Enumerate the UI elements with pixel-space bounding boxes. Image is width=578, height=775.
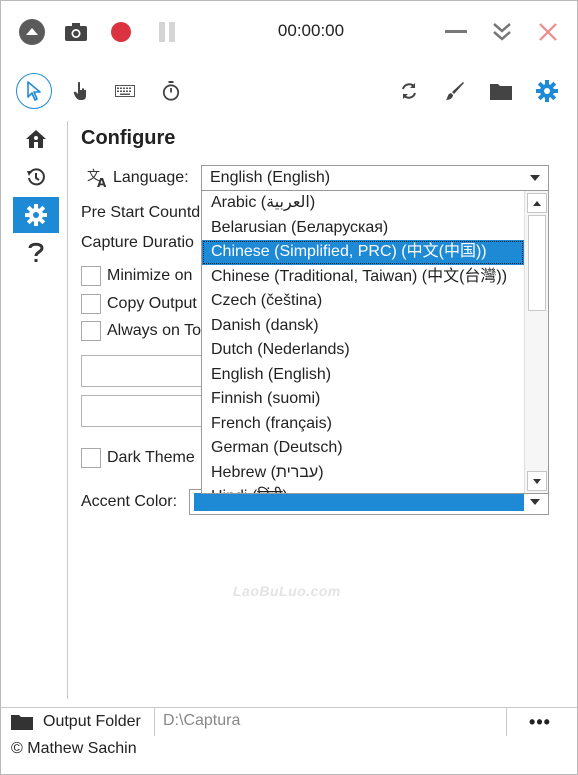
home-icon[interactable] — [13, 121, 59, 157]
recording-timer: 00:00:00 — [277, 21, 345, 40]
pre-start-countdown-label: Pre Start Countd — [81, 204, 201, 221]
side-nav — [13, 121, 59, 273]
language-option[interactable]: Hindi (हिंदी) — [202, 485, 524, 493]
cursor-icon[interactable] — [16, 73, 52, 109]
text-field-2[interactable] — [81, 395, 211, 427]
scroll-down-icon[interactable] — [527, 471, 547, 491]
page-title: Configure — [81, 127, 176, 149]
keyboard-icon[interactable] — [107, 73, 143, 109]
more-options-button[interactable]: ••• — [507, 708, 573, 736]
language-label: Language: — [113, 169, 189, 186]
scrollbar-thumb[interactable] — [528, 215, 546, 311]
always-on-top-label: Always on To — [107, 322, 201, 339]
language-select[interactable]: English (English) — [201, 165, 549, 191]
dropdown-scrollbar[interactable] — [524, 191, 548, 493]
refresh-icon[interactable] — [391, 73, 427, 109]
language-option[interactable]: Arabic (العربية) — [202, 191, 524, 216]
language-option[interactable]: Belarusian (Беларуская) — [202, 216, 524, 241]
title-bar: 00:00:00 — [1, 1, 577, 63]
language-option[interactable]: Chinese (Traditional, Taiwan) (中文(台灣)) — [202, 265, 524, 290]
copy-output-label: Copy Output — [107, 295, 197, 312]
language-option[interactable]: Danish (dansk) — [202, 314, 524, 339]
chevron-down-icon — [530, 499, 540, 505]
toolbar — [1, 63, 577, 115]
translate-icon: 文A — [87, 168, 109, 193]
copy-output-checkbox[interactable] — [81, 294, 101, 314]
language-options: Arabic (العربية) Belarusian (Беларуская) C… — [202, 191, 524, 493]
always-on-top-checkbox[interactable] — [81, 321, 101, 341]
language-option[interactable]: Chinese (Simplified, PRC) (中文(中国)) — [202, 240, 524, 265]
svg-text:A: A — [97, 176, 107, 188]
output-path-field[interactable]: D:\Captura — [155, 708, 507, 736]
watermark: LaoBuLuo.com — [233, 583, 341, 599]
record-icon[interactable] — [106, 17, 136, 47]
help-icon[interactable] — [13, 235, 59, 271]
output-folder-label: Output Folder — [43, 713, 141, 730]
gear-icon[interactable] — [529, 73, 565, 109]
accent-color-swatch — [194, 493, 524, 511]
copyright-text: © Mathew Sachin — [11, 740, 137, 757]
chevron-up-circle-icon[interactable] — [17, 17, 47, 47]
minimize-icon[interactable] — [441, 17, 471, 47]
dark-theme-label: Dark Theme — [107, 449, 195, 466]
language-option[interactable]: German (Deutsch) — [202, 436, 524, 461]
hand-pointer-icon[interactable] — [63, 73, 99, 109]
language-option[interactable]: French (français) — [202, 412, 524, 437]
stopwatch-icon[interactable] — [153, 73, 189, 109]
history-icon[interactable] — [13, 159, 59, 195]
language-option[interactable]: Finnish (suomi) — [202, 387, 524, 412]
language-option[interactable]: Dutch (Nederlands) — [202, 338, 524, 363]
nav-divider — [67, 121, 68, 699]
minimize-checkbox[interactable] — [81, 266, 101, 286]
gear-icon[interactable] — [13, 197, 59, 233]
scroll-up-icon[interactable] — [527, 193, 547, 213]
dark-theme-checkbox[interactable] — [81, 448, 101, 468]
capture-duration-label: Capture Duratio — [81, 234, 194, 251]
close-icon[interactable] — [533, 17, 563, 47]
brush-icon[interactable] — [437, 73, 473, 109]
minimize-label: Minimize on — [107, 267, 193, 284]
output-folder-button[interactable]: Output Folder — [1, 708, 155, 736]
accent-color-label: Accent Color: — [81, 493, 178, 510]
camera-icon[interactable] — [61, 17, 91, 47]
double-chevron-down-icon[interactable] — [487, 17, 517, 47]
language-dropdown: Arabic (العربية) Belarusian (Беларуская) C… — [201, 190, 549, 494]
pause-icon[interactable] — [152, 17, 182, 47]
captura-window: 00:00:00 Configure 文 A Language: English… — [0, 0, 578, 775]
output-folder-bar: Output Folder D:\Captura ••• — [1, 707, 577, 737]
language-option[interactable]: English (English) — [202, 363, 524, 388]
language-option[interactable]: Czech (čeština) — [202, 289, 524, 314]
text-field-1[interactable] — [81, 355, 211, 387]
language-value: English (English) — [210, 169, 331, 186]
language-option[interactable]: Hebrew (עברית) — [202, 461, 524, 486]
chevron-down-icon — [530, 175, 540, 181]
folder-icon — [11, 715, 33, 730]
folder-icon[interactable] — [483, 73, 519, 109]
